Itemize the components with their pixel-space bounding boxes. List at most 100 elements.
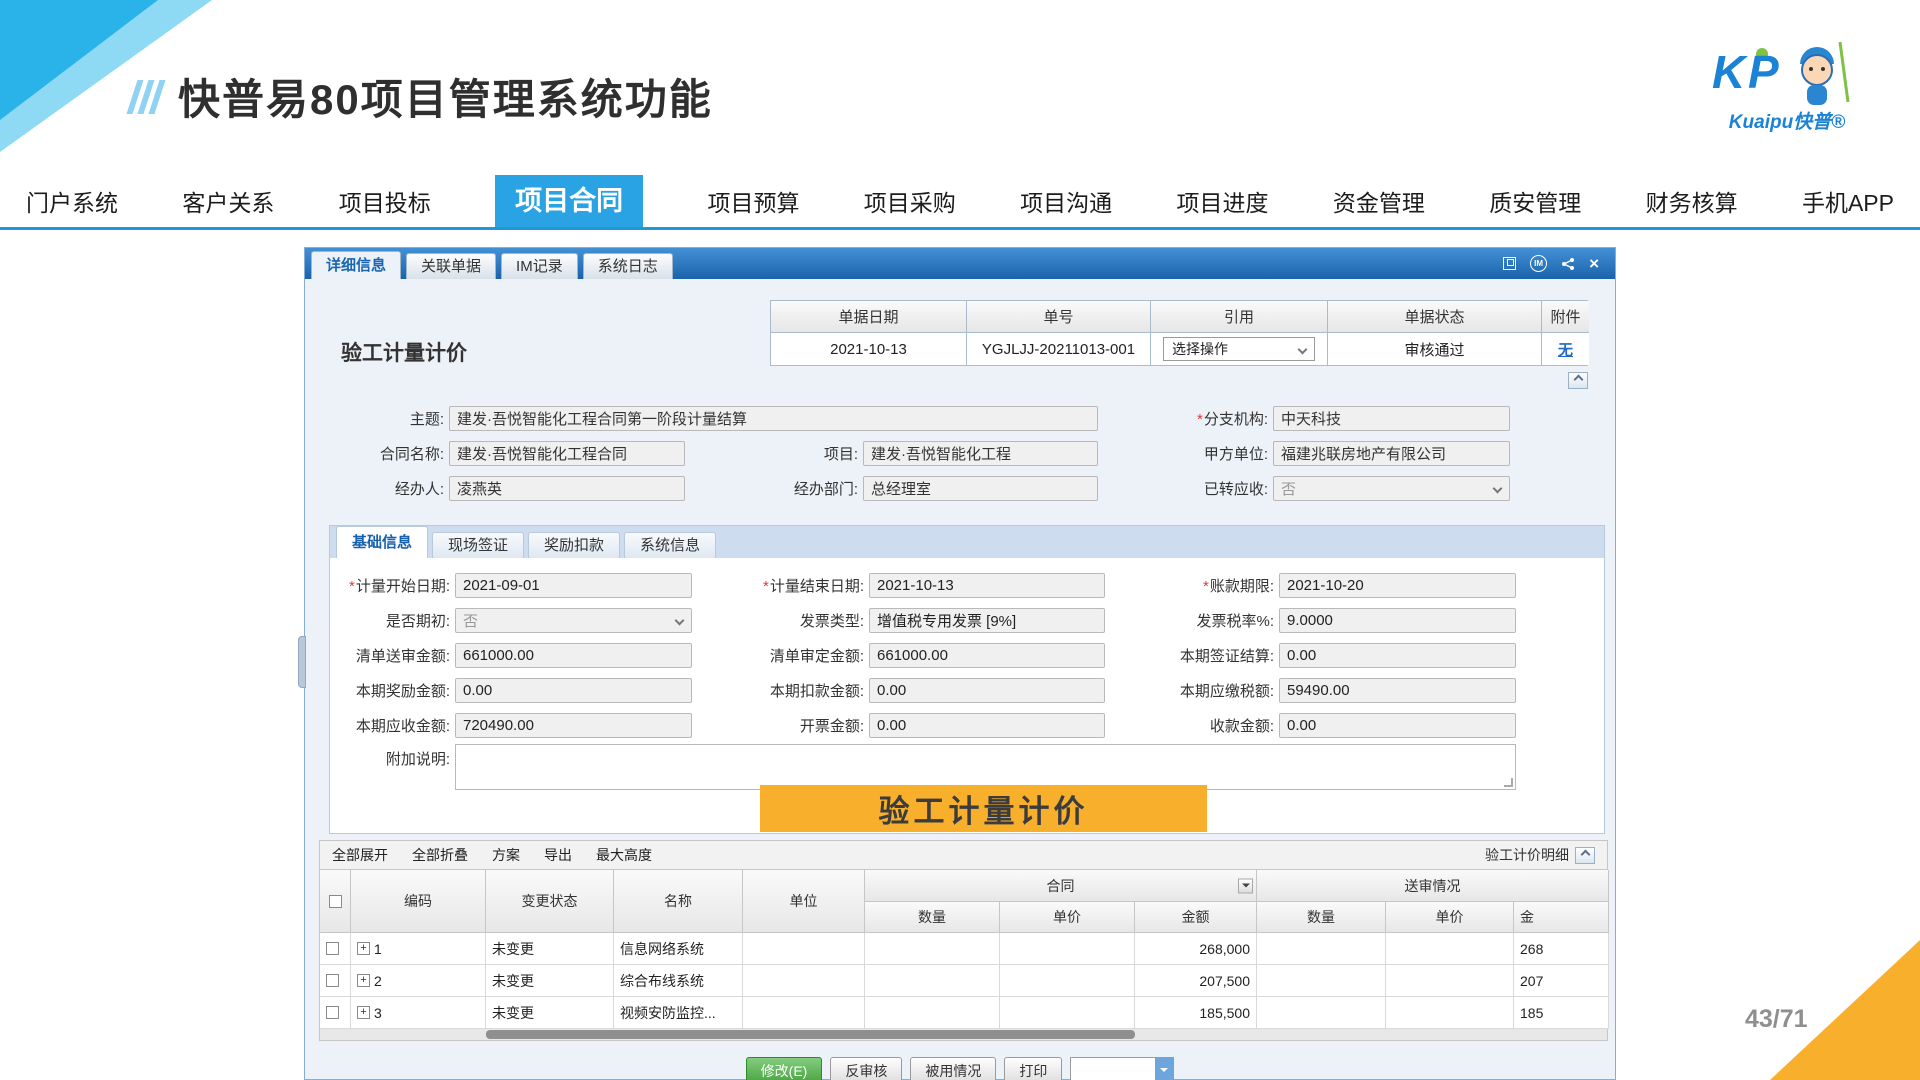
unit-cell[interactable] xyxy=(743,933,865,965)
period-deduction-amount-input[interactable]: 0.00 xyxy=(869,678,1105,703)
additional-note-textarea[interactable] xyxy=(455,744,1516,790)
review-qty-cell[interactable] xyxy=(1257,933,1386,965)
contract-name-input[interactable]: 建发·吾悦智能化工程合同 xyxy=(449,441,685,466)
select-all-checkbox[interactable] xyxy=(329,895,342,908)
price-cell[interactable] xyxy=(1000,933,1135,965)
expand-row-icon[interactable] xyxy=(357,974,370,987)
attachment-link[interactable]: 无 xyxy=(1558,339,1573,360)
nav-item-portal[interactable]: 门户系统 xyxy=(26,184,118,218)
party-a-input[interactable]: 福建兆联房地产有限公司 xyxy=(1273,441,1510,466)
review-qty-cell[interactable] xyxy=(1257,997,1386,1029)
code-cell[interactable]: 2 xyxy=(351,965,486,997)
review-price-cell[interactable] xyxy=(1386,965,1514,997)
qty-cell[interactable] xyxy=(865,997,1000,1029)
review-qty-cell[interactable] xyxy=(1257,965,1386,997)
change-status-cell[interactable]: 未变更 xyxy=(486,933,614,965)
review-amount-cell[interactable]: 207 xyxy=(1514,965,1609,997)
subtab-basic-info[interactable]: 基础信息 xyxy=(336,526,428,558)
list-submitted-amount-input[interactable]: 661000.00 xyxy=(455,643,692,668)
review-amount-cell[interactable]: 185 xyxy=(1514,997,1609,1029)
nav-item-quality[interactable]: 质安管理 xyxy=(1489,184,1581,218)
modify-button[interactable]: 修改(E) xyxy=(746,1057,823,1080)
nav-item-crm[interactable]: 客户关系 xyxy=(182,184,274,218)
nav-item-funds[interactable]: 资金管理 xyxy=(1333,184,1425,218)
code-cell[interactable]: 3 xyxy=(351,997,486,1029)
horizontal-scrollbar[interactable] xyxy=(319,1029,1608,1041)
chevron-down-icon[interactable] xyxy=(1155,1058,1173,1080)
project-input[interactable]: 建发·吾悦智能化工程 xyxy=(863,441,1098,466)
nav-item-budget[interactable]: 项目预算 xyxy=(707,184,799,218)
im-icon[interactable]: IM xyxy=(1530,255,1547,272)
qty-cell[interactable] xyxy=(865,965,1000,997)
received-amount-input[interactable]: 0.00 xyxy=(1279,713,1516,738)
max-height-link[interactable]: 最大高度 xyxy=(596,845,652,865)
subject-input[interactable]: 建发·吾悦智能化工程合同第一阶段计量结算 xyxy=(449,406,1098,431)
change-status-cell[interactable]: 未变更 xyxy=(486,997,614,1029)
tab-im-records[interactable]: IM记录 xyxy=(501,253,578,279)
price-cell[interactable] xyxy=(1000,997,1135,1029)
expand-row-icon[interactable] xyxy=(357,942,370,955)
price-cell[interactable] xyxy=(1000,965,1135,997)
collapse-grid-chip[interactable] xyxy=(1575,847,1595,864)
nav-item-progress[interactable]: 项目进度 xyxy=(1177,184,1269,218)
unit-cell[interactable] xyxy=(743,997,865,1029)
amount-cell[interactable]: 268,000 xyxy=(1135,933,1257,965)
unaudit-button[interactable]: 反审核 xyxy=(830,1057,902,1080)
period-reward-amount-input[interactable]: 0.00 xyxy=(455,678,692,703)
share-icon[interactable] xyxy=(1561,257,1575,271)
close-icon[interactable]: × xyxy=(1589,255,1599,272)
print-button[interactable]: 打印 xyxy=(1004,1057,1062,1080)
measure-start-date-input[interactable]: 2021-09-01 xyxy=(455,573,692,598)
nav-item-contract[interactable]: 项目合同 xyxy=(495,175,643,227)
scrollbar-thumb[interactable] xyxy=(486,1030,1135,1039)
nav-item-bidding[interactable]: 项目投标 xyxy=(339,184,431,218)
row-checkbox[interactable] xyxy=(326,942,339,955)
row-checkbox[interactable] xyxy=(326,974,339,987)
scheme-link[interactable]: 方案 xyxy=(492,845,520,865)
column-options-button[interactable] xyxy=(1238,878,1253,893)
nav-item-finance[interactable]: 财务核算 xyxy=(1646,184,1738,218)
period-visa-settlement-input[interactable]: 0.00 xyxy=(1279,643,1516,668)
period-tax-payable-input[interactable]: 59490.00 xyxy=(1279,678,1516,703)
amount-cell[interactable]: 185,500 xyxy=(1135,997,1257,1029)
agent-input[interactable]: 凌燕英 xyxy=(449,476,685,501)
tab-detail-info[interactable]: 详细信息 xyxy=(311,251,401,279)
more-actions-combobox[interactable] xyxy=(1070,1057,1174,1080)
name-cell[interactable]: 信息网络系统 xyxy=(614,933,743,965)
invoice-tax-rate-input[interactable]: 9.0000 xyxy=(1279,608,1516,633)
subtab-system-info[interactable]: 系统信息 xyxy=(624,532,716,558)
nav-item-procurement[interactable]: 项目采购 xyxy=(864,184,956,218)
unit-cell[interactable] xyxy=(743,965,865,997)
name-cell[interactable]: 视频安防监控... xyxy=(614,997,743,1029)
tab-related-docs[interactable]: 关联单据 xyxy=(406,253,496,279)
change-status-cell[interactable]: 未变更 xyxy=(486,965,614,997)
initial-period-select[interactable]: 否 xyxy=(455,608,692,633)
branch-input[interactable]: 中天科技 xyxy=(1273,406,1510,431)
subtab-site-visa[interactable]: 现场签证 xyxy=(432,532,524,558)
list-approved-amount-input[interactable]: 661000.00 xyxy=(869,643,1105,668)
payment-deadline-input[interactable]: 2021-10-20 xyxy=(1279,573,1516,598)
row-checkbox[interactable] xyxy=(326,1006,339,1019)
tab-system-log[interactable]: 系统日志 xyxy=(583,253,673,279)
expand-all-link[interactable]: 全部展开 xyxy=(332,845,388,865)
reference-select[interactable]: 选择操作 xyxy=(1163,337,1315,361)
name-cell[interactable]: 综合布线系统 xyxy=(614,965,743,997)
amount-cell[interactable]: 207,500 xyxy=(1135,965,1257,997)
invoice-type-input[interactable]: 增值税专用发票 [9%] xyxy=(869,608,1105,633)
period-receivable-amount-input[interactable]: 720490.00 xyxy=(455,713,692,738)
expand-row-icon[interactable] xyxy=(357,1006,370,1019)
nav-item-communication[interactable]: 项目沟通 xyxy=(1020,184,1112,218)
review-price-cell[interactable] xyxy=(1386,997,1514,1029)
review-price-cell[interactable] xyxy=(1386,933,1514,965)
nav-item-mobile-app[interactable]: 手机APP xyxy=(1802,184,1894,218)
usage-status-button[interactable]: 被用情况 xyxy=(910,1057,996,1080)
measure-end-date-input[interactable]: 2021-10-13 xyxy=(869,573,1105,598)
code-cell[interactable]: 1 xyxy=(351,933,486,965)
fullscreen-icon[interactable] xyxy=(1503,257,1516,270)
collapse-all-link[interactable]: 全部折叠 xyxy=(412,845,468,865)
review-amount-cell[interactable]: 268 xyxy=(1514,933,1609,965)
collapse-header-chip[interactable] xyxy=(1568,372,1588,389)
transferred-receivable-select[interactable]: 否 xyxy=(1273,476,1510,501)
side-collapse-handle[interactable] xyxy=(298,636,306,688)
invoiced-amount-input[interactable]: 0.00 xyxy=(869,713,1105,738)
